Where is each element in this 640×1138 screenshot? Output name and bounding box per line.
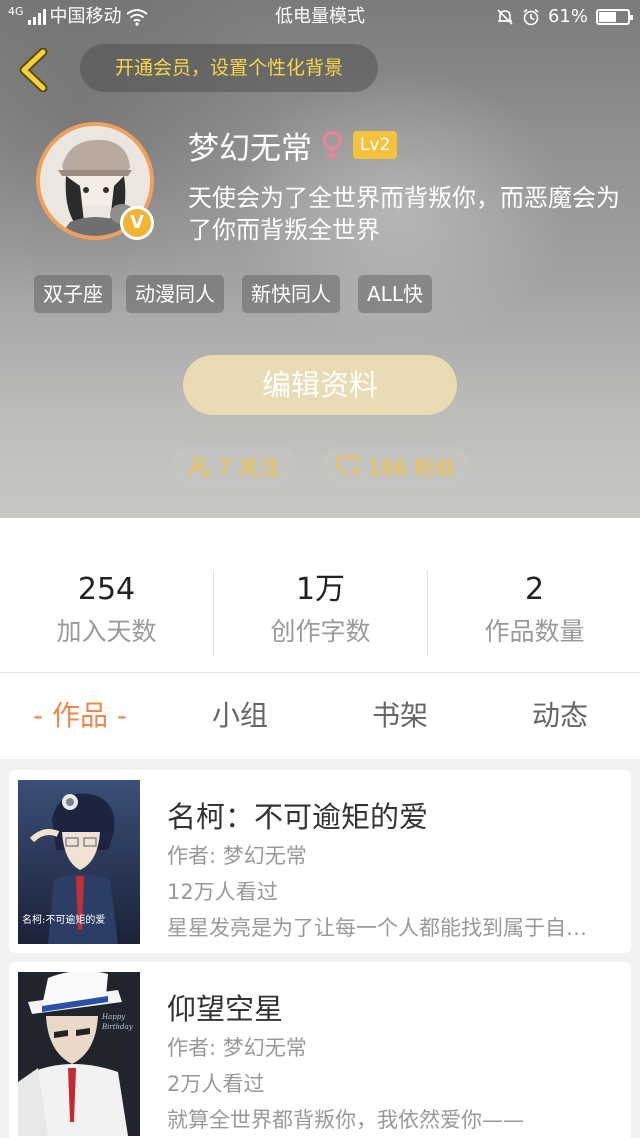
works-list: 名柯:不可逾矩的爱 名柯：不可逾矩的爱 作者: 梦幻无常 12万人看过 星星发亮… bbox=[0, 759, 640, 1138]
level-badge: Lv2 bbox=[352, 131, 398, 159]
stat-value: 2 bbox=[524, 572, 545, 607]
book-title: 仰望空星 bbox=[167, 992, 284, 1026]
chevron-left-icon bbox=[19, 47, 48, 93]
tag-item: 动漫同人 bbox=[126, 275, 224, 313]
book-description: 就算全世界都背叛你，我依然爱你—— bbox=[167, 1108, 524, 1132]
book-author: 作者: 梦幻无常 bbox=[167, 1036, 307, 1060]
followers-count: 186 粉丝 bbox=[367, 456, 457, 480]
tag-item: 新快同人 bbox=[242, 275, 340, 313]
stat-days-joined: 254 加入天数 bbox=[0, 570, 213, 652]
edit-profile-button[interactable]: 编辑资料 bbox=[183, 355, 457, 415]
work-card[interactable]: Happy Birthday 仰望空星 作者: 梦幻无常 2万人看过 就算全世界… bbox=[9, 962, 631, 1138]
status-bar: 4G 中国移动 低电量模式 61% bbox=[0, 0, 640, 34]
vip-background-banner[interactable]: 开通会员，设置个性化背景 bbox=[80, 44, 378, 92]
username-row: 梦幻无常 ♀ Lv2 bbox=[188, 122, 398, 168]
book-views: 2万人看过 bbox=[167, 1072, 265, 1096]
user-add-icon bbox=[188, 456, 211, 479]
followers-button[interactable]: 186 粉丝 bbox=[321, 446, 471, 488]
tab-works[interactable]: - 作品 - bbox=[0, 673, 160, 759]
battery-percent: 61% bbox=[547, 6, 588, 27]
book-author: 作者: 梦幻无常 bbox=[167, 844, 307, 868]
battery-fill bbox=[599, 12, 616, 22]
stat-label: 创作字数 bbox=[270, 617, 371, 646]
tab-groups[interactable]: 小组 bbox=[160, 673, 320, 759]
stat-word-count: 1万 创作字数 bbox=[214, 570, 427, 652]
book-cover: Happy Birthday bbox=[18, 972, 140, 1136]
following-button[interactable]: 7 关注 bbox=[170, 446, 298, 488]
user-bio: 天使会为了全世界而背叛你，而恶魔会为了你而背叛全世界 bbox=[188, 184, 620, 244]
profile-tabs: - 作品 - 小组 书架 动态 bbox=[0, 673, 640, 759]
mute-bell-icon bbox=[497, 9, 513, 25]
cover-caption: 名柯:不可逾矩的爱 bbox=[22, 915, 106, 926]
back-button[interactable] bbox=[16, 47, 52, 93]
stat-label: 作品数量 bbox=[484, 617, 585, 646]
work-card[interactable]: 名柯:不可逾矩的爱 名柯：不可逾矩的爱 作者: 梦幻无常 12万人看过 星星发亮… bbox=[9, 770, 631, 953]
book-description: 星星发亮是为了让每一个人都能找到属于自己的星星 bbox=[167, 916, 597, 940]
verified-badge: V bbox=[120, 206, 154, 240]
stat-value: 1万 bbox=[295, 572, 346, 607]
cover-caption: Happy Birthday bbox=[102, 1013, 133, 1031]
female-gender-icon: ♀ bbox=[320, 125, 345, 165]
profile-page: 4G 中国移动 低电量模式 61% 开通会员，设置个性化背景 V 梦幻无常 ♀ … bbox=[0, 0, 640, 1138]
alarm-icon bbox=[523, 8, 539, 26]
book-views: 12万人看过 bbox=[167, 880, 278, 904]
stat-label: 加入天数 bbox=[56, 617, 157, 646]
tag-item: 双子座 bbox=[34, 275, 112, 313]
tab-activity[interactable]: 动态 bbox=[480, 673, 640, 759]
stats-panel: 254 加入天数 1万 创作字数 2 作品数量 bbox=[0, 518, 640, 672]
cover-illustration bbox=[18, 972, 140, 1136]
following-count: 7 关注 bbox=[217, 456, 281, 480]
profile-header: 4G 中国移动 低电量模式 61% 开通会员，设置个性化背景 V 梦幻无常 ♀ … bbox=[0, 0, 640, 518]
username: 梦幻无常 bbox=[188, 130, 312, 167]
tab-bookshelf[interactable]: 书架 bbox=[320, 673, 480, 759]
status-right: 61% bbox=[496, 0, 633, 34]
tag-item: ALL快 bbox=[358, 275, 432, 313]
stat-value: 254 bbox=[77, 572, 136, 607]
stat-works-count: 2 作品数量 bbox=[428, 570, 640, 652]
battery-icon bbox=[596, 9, 633, 25]
heart-add-icon bbox=[335, 455, 360, 477]
tag-list: 双子座 动漫同人 新快同人 ALL快 bbox=[34, 275, 432, 313]
book-title: 名柯：不可逾矩的爱 bbox=[167, 800, 429, 834]
book-cover: 名柯:不可逾矩的爱 bbox=[18, 780, 140, 944]
